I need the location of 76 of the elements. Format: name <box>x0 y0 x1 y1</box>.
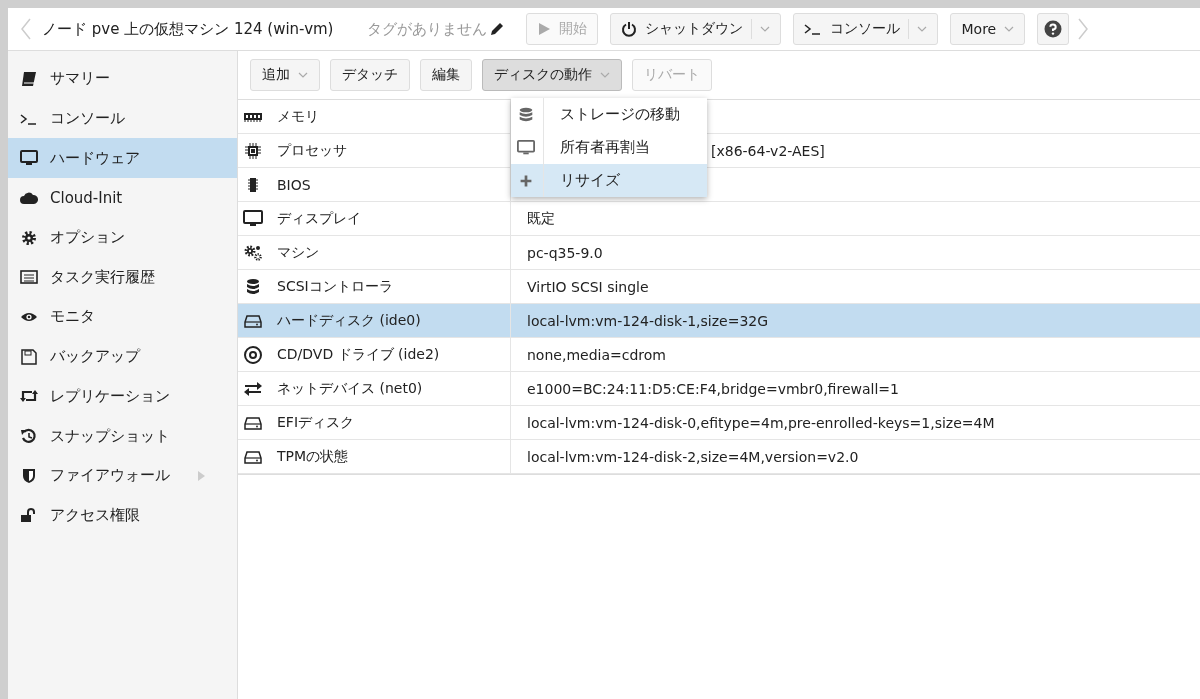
device-value: none,media=cdrom <box>527 346 666 363</box>
sidebar-item[interactable]: サマリー <box>8 59 237 99</box>
unlock-icon <box>20 507 38 524</box>
gears-icon <box>243 243 263 262</box>
device-name: プロセッサ <box>277 141 347 160</box>
sidebar-item[interactable]: レプリケーション <box>8 376 237 417</box>
menu-item[interactable]: ストレージの移動 <box>511 98 707 131</box>
table-row[interactable]: ディスプレイ 既定 <box>238 202 1200 236</box>
help-icon <box>1044 20 1063 38</box>
disc-icon <box>243 345 263 364</box>
device-value: [x86-64-v2-AES] <box>711 142 825 159</box>
table-row[interactable]: マシン pc-q35-9.0 <box>238 236 1200 270</box>
caret-icon <box>600 72 610 78</box>
power-icon <box>621 21 638 37</box>
device-name: ハードディスク (ide0) <box>277 311 421 330</box>
device-name: SCSIコントローラ <box>277 277 393 296</box>
table-row[interactable]: EFIディスク local-lvm:vm-124-disk-0,efitype=4m,pre-enrolled-keys=1,size=4M <box>238 406 1200 440</box>
menu-item[interactable]: リサイズ <box>511 164 707 197</box>
device-value: e1000=BC:24:11:D5:CE:F4,bridge=vmbr0,firewall=1 <box>527 380 899 397</box>
caret-icon <box>1004 26 1015 32</box>
header-button[interactable]: シャットダウン <box>610 13 782 45</box>
table-row[interactable]: TPMの状態 local-lvm:vm-124-disk-2,size=4M,version=v2.0 <box>238 440 1200 474</box>
history-icon <box>20 428 38 445</box>
sidebar-item[interactable]: スナップショット <box>8 416 237 456</box>
table-row[interactable]: CD/DVD ドライブ (ide2) none,media=cdrom <box>238 338 1200 372</box>
floppy-icon <box>20 348 38 365</box>
device-name: EFIディスク <box>277 413 355 432</box>
shield-icon <box>20 467 38 484</box>
device-value: local-lvm:vm-124-disk-2,size=4M,version=v2.0 <box>527 448 859 465</box>
device-name: ネットデバイス (net0) <box>277 379 423 398</box>
sidebar-item[interactable]: オプション <box>8 217 237 258</box>
device-value: local-lvm:vm-124-disk-1,size=32G <box>527 312 769 329</box>
device-name: ディスプレイ <box>277 209 361 228</box>
device-name: メモリ <box>277 107 319 126</box>
monitor-icon <box>243 209 263 228</box>
device-value: VirtIO SCSI single <box>527 278 649 295</box>
sidebar-item[interactable]: モニタ <box>8 297 237 337</box>
toolbar-button[interactable]: 追加 <box>250 59 320 91</box>
device-name: CD/DVD ドライブ (ide2) <box>277 345 440 364</box>
database-icon <box>517 98 544 131</box>
arrows-icon <box>243 379 263 398</box>
sidebar-item[interactable]: コンソール <box>8 98 237 139</box>
book-icon <box>20 70 38 87</box>
device-name: TPMの状態 <box>277 447 349 466</box>
device-value: local-lvm:vm-124-disk-0,efitype=4m,pre-enrolled-keys=1,size=4M <box>527 414 995 431</box>
terminal-icon <box>804 22 823 36</box>
more-button[interactable]: More <box>950 13 1026 45</box>
caret-icon <box>298 72 308 78</box>
sidebar-item[interactable]: アクセス権限 <box>8 495 237 536</box>
sidebar-item[interactable]: Cloud-Init <box>8 178 237 218</box>
caret-icon <box>760 26 771 32</box>
sidebar-item[interactable]: バックアップ <box>8 336 237 377</box>
sidebar-item[interactable]: ファイアウォール <box>8 455 237 496</box>
pencil-icon[interactable] <box>490 22 505 36</box>
device-name: BIOS <box>277 176 311 193</box>
play-icon <box>537 22 552 36</box>
sidebar-item[interactable]: タスク実行履歴 <box>8 257 237 298</box>
table-row[interactable]: ハードディスク (ide0) local-lvm:vm-124-disk-1,size=32G <box>238 304 1200 338</box>
list-icon <box>20 269 38 286</box>
header-button[interactable]: コンソール <box>793 13 939 45</box>
toolbar-button[interactable]: ディスクの動作 <box>482 59 622 91</box>
monitor-icon <box>20 150 38 167</box>
tags-label: タグがありません <box>367 19 488 39</box>
gear-icon <box>20 229 38 246</box>
expand-arrow-icon[interactable] <box>198 470 205 481</box>
device-name: マシン <box>277 243 319 262</box>
window-title: ノード pve 上の仮想マシン 124 (win-vm) <box>42 19 334 39</box>
device-value: 既定 <box>527 209 555 226</box>
chip-icon <box>243 141 263 160</box>
toolbar-button[interactable]: 編集 <box>420 59 472 91</box>
toolbar-button[interactable]: デタッチ <box>330 59 410 91</box>
device-value: pc-q35-9.0 <box>527 244 603 261</box>
table-row[interactable]: ネットデバイス (net0) e1000=BC:24:11:D5:CE:F4,bridge=vmbr0,firewall=1 <box>238 372 1200 406</box>
caret-icon <box>917 26 928 32</box>
sidebar-item[interactable]: ハードウェア <box>8 138 237 179</box>
help-button[interactable] <box>1037 13 1070 45</box>
